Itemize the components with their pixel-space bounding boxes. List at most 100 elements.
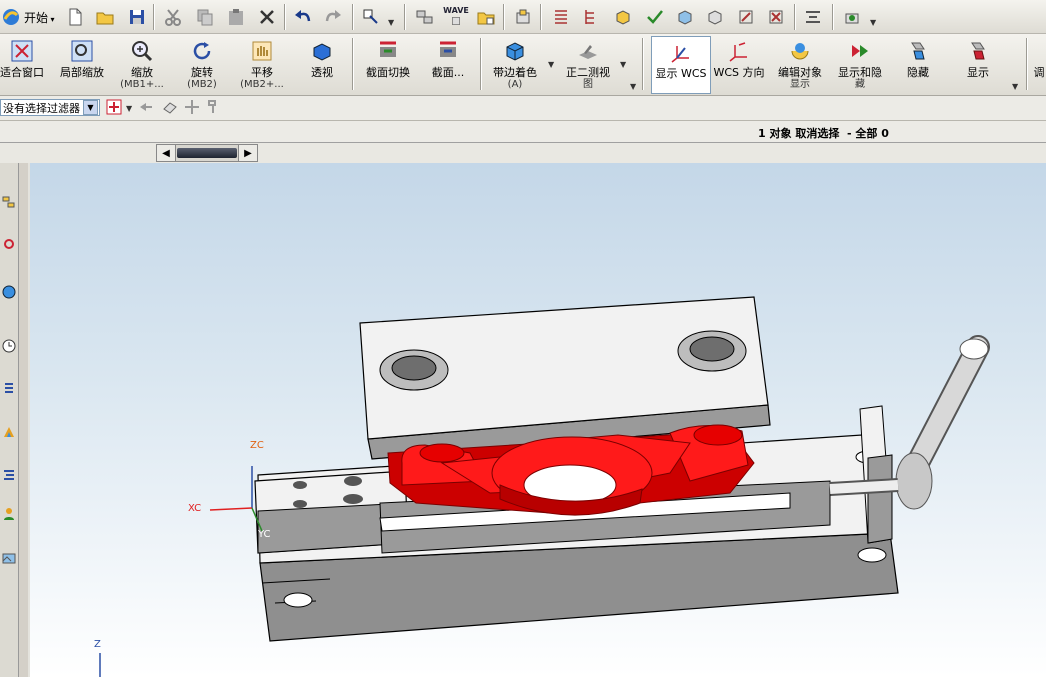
fit-window-button[interactable]: 适合窗口 xyxy=(0,36,48,94)
system-scene-icon[interactable] xyxy=(0,547,18,569)
graphics-viewport[interactable]: ZC XC YC Z xyxy=(28,163,1046,677)
zoom-icon xyxy=(129,38,155,64)
show-wcs-button[interactable]: 显示 WCS xyxy=(651,36,711,94)
hide-label: 隐藏 xyxy=(907,66,929,79)
redo-icon[interactable] xyxy=(320,3,346,30)
shaded-with-edges-button[interactable]: 带边着色 (A) xyxy=(486,36,544,94)
section-toggle-button[interactable]: 截面切换 xyxy=(360,36,416,94)
wcs-orient-label: WCS 方向 xyxy=(713,66,765,79)
zoom-sub-label: (MB1+... xyxy=(120,79,164,90)
display-edit-icon[interactable] xyxy=(733,3,759,30)
tree-icon[interactable] xyxy=(578,3,604,30)
show-hide-sub-label: 藏 xyxy=(855,79,865,90)
dimetric-sub-label: 图 xyxy=(583,79,593,90)
filter-dropdown-icon[interactable]: ▼ xyxy=(83,100,98,115)
edit-display-sub-label: 显示 xyxy=(790,79,810,90)
constraint-navigator-icon[interactable] xyxy=(0,233,18,255)
history-clock-icon[interactable] xyxy=(0,335,18,357)
show-button[interactable]: 显示 xyxy=(952,36,1004,94)
hide-button[interactable]: 隐藏 xyxy=(892,36,944,94)
wcs-axes-icon xyxy=(668,39,694,65)
wcs-orient-icon xyxy=(726,38,752,64)
wcs-orient-button[interactable]: WCS 方向 xyxy=(713,36,765,94)
rotate-button[interactable]: 旋转 (MB2) xyxy=(176,36,228,94)
assembly-navigator-icon[interactable] xyxy=(0,191,18,213)
wave-link-icon[interactable] xyxy=(473,3,499,30)
component-icon[interactable] xyxy=(510,3,536,30)
reuse-library-icon[interactable] xyxy=(0,377,18,399)
list-icon[interactable] xyxy=(548,3,574,30)
z-axis-label: Z xyxy=(94,639,101,650)
undo-icon[interactable] xyxy=(290,3,316,30)
show-hide-label: 显示和隐 xyxy=(838,66,882,79)
xc-axis-label: XC xyxy=(188,503,202,514)
scroll-left-icon[interactable]: ◀ xyxy=(157,145,176,161)
assembly-icon[interactable] xyxy=(412,3,438,30)
fit-window-label: 适合窗口 xyxy=(0,66,44,79)
shaded-sub-label: (A) xyxy=(507,79,523,90)
shaded-cube-icon xyxy=(502,38,528,64)
pan-label: 平移 xyxy=(251,66,273,79)
edit-display-icon xyxy=(787,38,813,64)
eraser-icon[interactable] xyxy=(160,97,180,117)
view-toolbar: 适合窗口 局部缩放 缩放 (MB1+... 旋转 (MB2) 平移 (MB2+.… xyxy=(0,34,1046,96)
copy-icon[interactable] xyxy=(192,3,218,30)
pan-sub-label: (MB2+... xyxy=(240,79,284,90)
wave-icon[interactable]: WAVE xyxy=(443,3,469,30)
new-file-icon[interactable] xyxy=(62,3,88,30)
cut-icon[interactable] xyxy=(160,3,186,30)
zoom-button[interactable]: 缩放 (MB1+... xyxy=(116,36,168,94)
zoom-label: 缩放 xyxy=(131,66,153,79)
selection-icon[interactable] xyxy=(358,3,384,30)
selection-scope-icon[interactable] xyxy=(104,97,124,117)
app-logo-icon[interactable] xyxy=(0,3,22,30)
roles-icon[interactable] xyxy=(0,503,18,525)
cube-explode-icon[interactable] xyxy=(702,3,728,30)
edit-object-display-button[interactable]: 编辑对象 显示 xyxy=(772,36,828,94)
edit-display-label: 编辑对象 xyxy=(778,66,822,79)
dimetric-view-button[interactable]: 正二测视 图 xyxy=(560,36,616,94)
perspective-label: 透视 xyxy=(311,66,333,79)
open-folder-icon[interactable] xyxy=(92,3,118,30)
cube-icon[interactable] xyxy=(610,3,636,30)
zoom-region-label: 局部缩放 xyxy=(60,66,104,79)
save-icon[interactable] xyxy=(124,3,150,30)
pan-button[interactable]: 平移 (MB2+... xyxy=(236,36,288,94)
model-drawing xyxy=(99,296,990,677)
section-icon xyxy=(435,38,461,64)
zoom-region-button[interactable]: 局部缩放 xyxy=(56,36,108,94)
shaded-dropdown-icon[interactable]: ▼ xyxy=(548,60,554,69)
adjust-button[interactable]: 调 xyxy=(1032,36,1046,94)
dimetric-dropdown-icon[interactable]: ▼ xyxy=(620,60,626,69)
wcs-triad xyxy=(99,466,263,677)
perspective-button[interactable]: 透视 xyxy=(296,36,348,94)
selection-bar: 没有选择过滤器 ▼ ▼ xyxy=(0,96,1046,121)
vise-handle xyxy=(829,335,990,510)
process-studio-icon[interactable] xyxy=(0,463,18,485)
snap-settings-icon[interactable] xyxy=(204,97,224,117)
dimetric-view-icon xyxy=(575,38,601,64)
cube-arrange-icon[interactable] xyxy=(672,3,698,30)
scroll-right-icon[interactable]: ▶ xyxy=(238,145,257,161)
horizontal-scrollbar[interactable]: ◀ ▶ xyxy=(156,144,258,162)
dimetric-label: 正二测视 xyxy=(566,66,610,79)
camera-icon[interactable] xyxy=(840,3,866,30)
check-icon[interactable] xyxy=(642,3,668,30)
paste-icon[interactable] xyxy=(223,3,249,30)
section-button[interactable]: 截面... xyxy=(422,36,474,94)
scroll-thumb[interactable] xyxy=(177,148,237,158)
palette-icon[interactable] xyxy=(0,421,18,443)
adjust-label: 调 xyxy=(1033,66,1045,79)
show-hide-button[interactable]: 显示和隐 藏 xyxy=(832,36,888,94)
section-toggle-label: 截面切换 xyxy=(366,66,410,79)
delete-icon[interactable] xyxy=(254,3,280,30)
pan-hand-icon xyxy=(249,38,275,64)
hide-icon xyxy=(905,38,931,64)
part-navigator-icon[interactable] xyxy=(0,281,18,303)
rotate-sub-label: (MB2) xyxy=(187,79,217,90)
snap-point-icon[interactable] xyxy=(182,97,202,117)
start-menu-button[interactable]: 开始 ▾ xyxy=(24,9,55,26)
color-icon[interactable] xyxy=(763,3,789,30)
layer-icon[interactable] xyxy=(800,3,826,30)
deselect-icon[interactable] xyxy=(136,97,156,117)
